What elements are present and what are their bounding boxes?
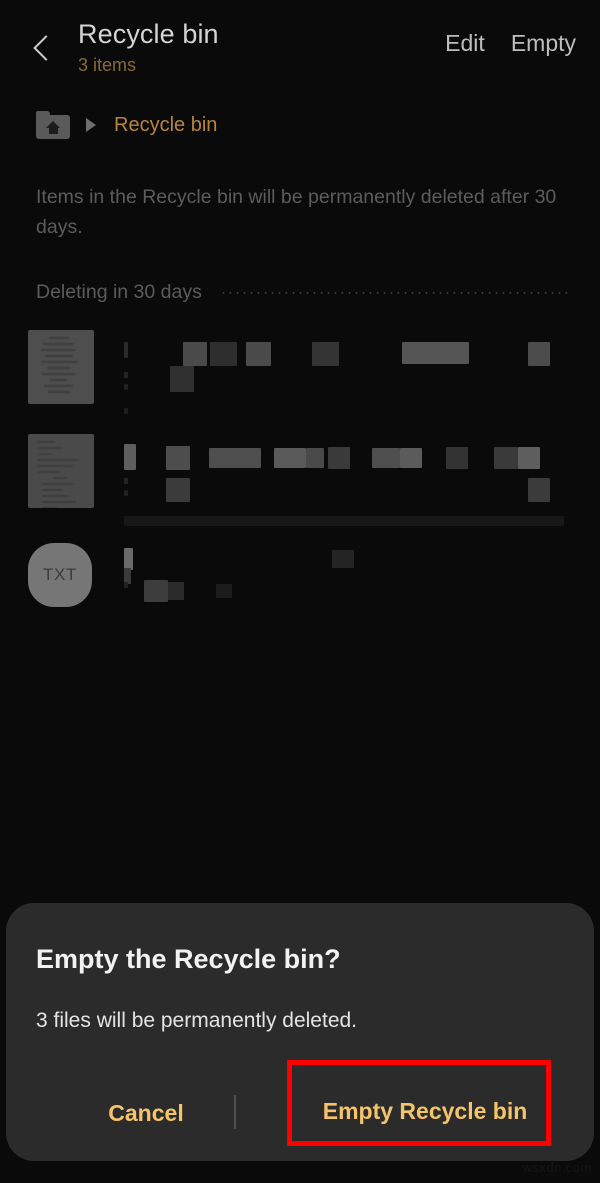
header-actions: Edit Empty xyxy=(445,18,600,57)
button-separator xyxy=(234,1095,236,1129)
app-header: Recycle bin 3 items Edit Empty xyxy=(0,0,600,92)
edit-button[interactable]: Edit xyxy=(445,30,485,57)
progress-divider-bar xyxy=(124,516,564,526)
item-count: 3 items xyxy=(78,55,137,75)
triangle-right-icon xyxy=(86,118,96,132)
chevron-left-icon xyxy=(33,35,59,61)
header-title-block: Recycle bin 3 items xyxy=(78,18,445,78)
confirm-dialog: Empty the Recycle bin? 3 files will be p… xyxy=(6,903,594,1161)
txt-file-icon-label: TXT xyxy=(43,565,77,584)
file-name-redacted xyxy=(124,330,600,434)
breadcrumb-current[interactable]: Recycle bin xyxy=(114,114,217,137)
empty-button[interactable]: Empty xyxy=(511,30,576,57)
thumbnail-text-lines xyxy=(28,330,94,404)
empty-recycle-bin-button[interactable]: Empty Recycle bin xyxy=(293,1068,557,1154)
back-button[interactable] xyxy=(18,20,74,76)
cancel-button[interactable]: Cancel xyxy=(66,1075,226,1151)
house-glyph xyxy=(46,121,60,134)
list-item[interactable]: TXT xyxy=(0,538,600,638)
house-base-shape xyxy=(48,127,58,134)
page-title: Recycle bin xyxy=(78,19,219,49)
document-thumbnail xyxy=(28,330,94,404)
dialog-actions: Cancel Empty Recycle bin xyxy=(6,1075,594,1151)
dialog-message: 3 files will be permanently deleted. xyxy=(36,1009,358,1032)
breadcrumb: Recycle bin xyxy=(0,104,600,146)
dialog-title: Empty the Recycle bin? xyxy=(36,944,341,974)
dotted-divider xyxy=(219,291,568,294)
section-header: Deleting in 30 days xyxy=(36,281,576,304)
txt-file-icon: TXT xyxy=(28,543,92,607)
section-label: Deleting in 30 days xyxy=(36,281,202,303)
file-list: TXT xyxy=(0,330,600,638)
list-item[interactable] xyxy=(0,330,600,434)
watermark: wsxdn.com xyxy=(522,1160,592,1175)
folder-home-icon[interactable] xyxy=(36,111,70,139)
document-thumbnail xyxy=(28,434,94,508)
retention-info-text: Items in the Recycle bin will be permane… xyxy=(36,186,557,238)
file-name-redacted xyxy=(124,538,600,638)
thumbnail-text-lines xyxy=(28,434,94,508)
